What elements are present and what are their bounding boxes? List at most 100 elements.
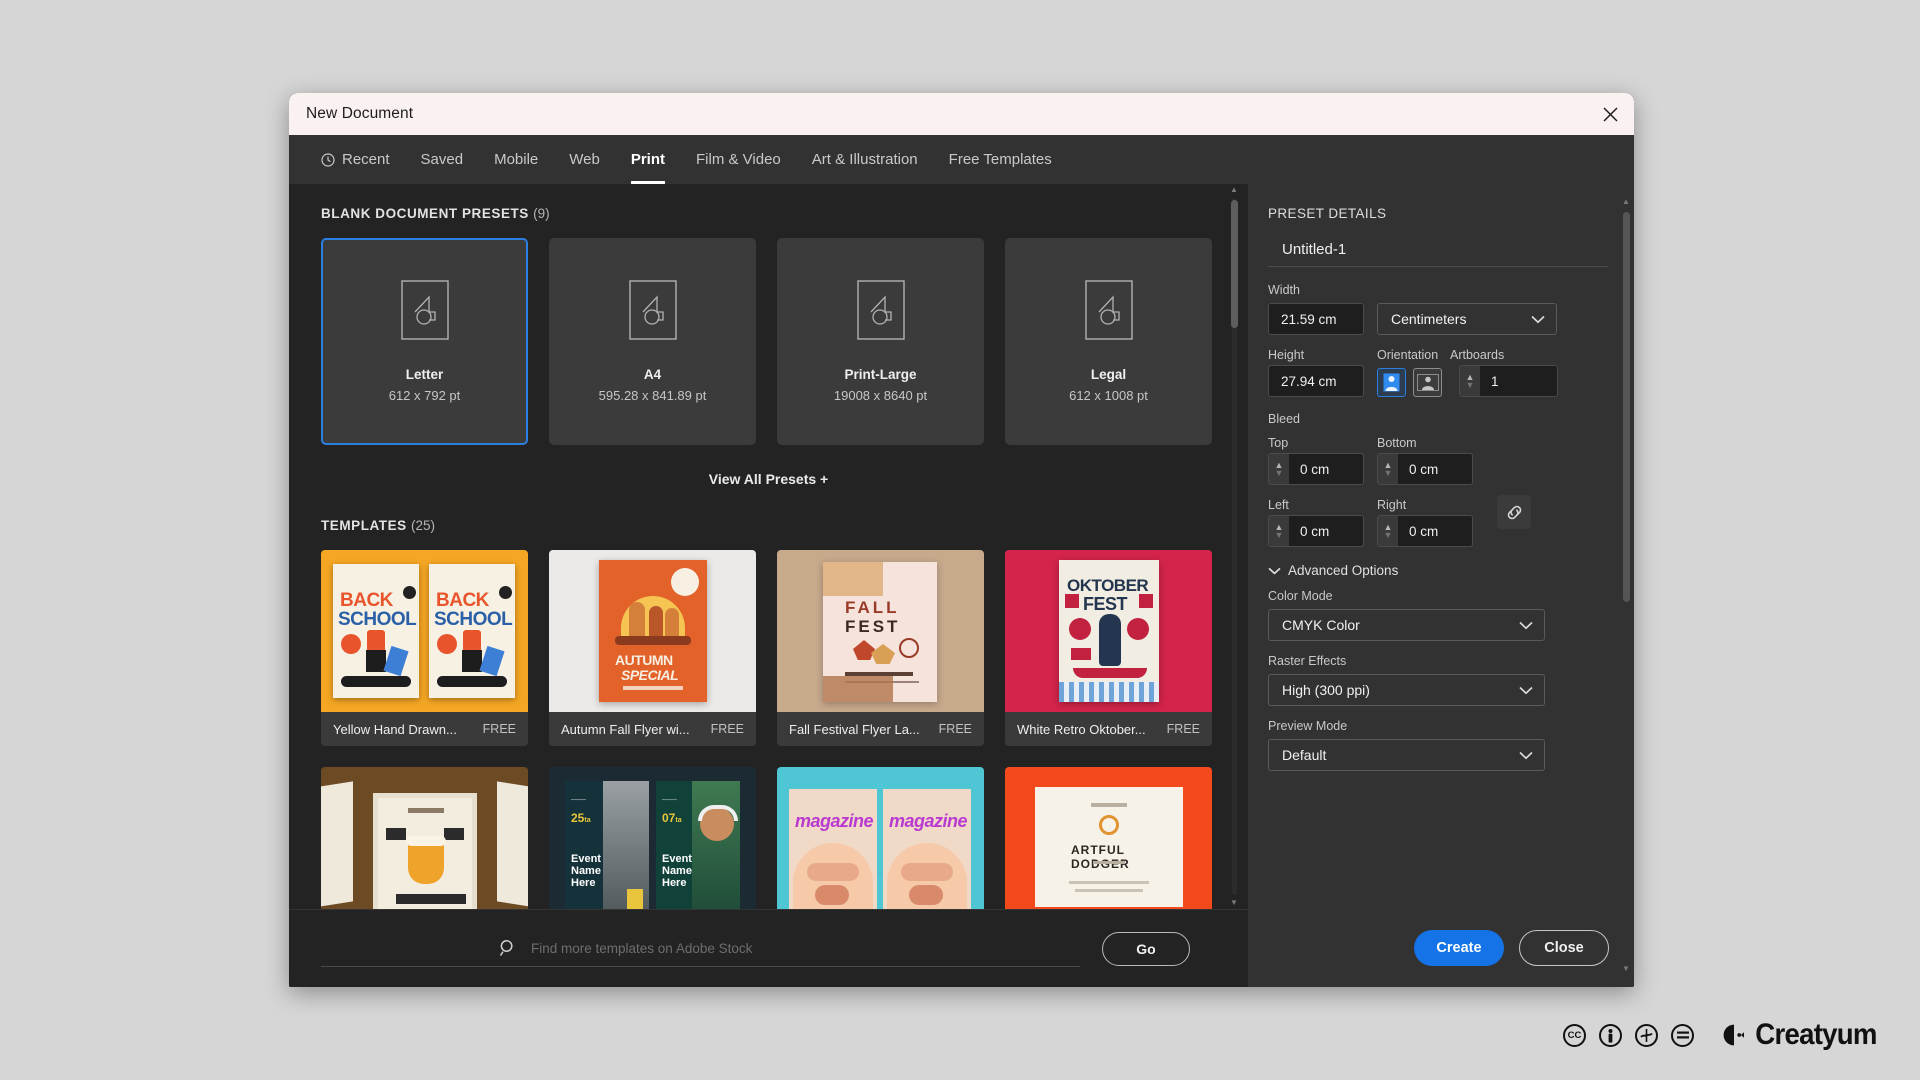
template-card-artful-dodger[interactable]: ARTFUL DODGER [1005, 767, 1212, 909]
scroll-up-icon[interactable]: ▲ [1622, 198, 1630, 206]
preset-card-legal[interactable]: Legal 612 x 1008 pt [1005, 238, 1212, 445]
template-price: FREE [1166, 722, 1200, 736]
template-meta: White Retro Oktober... FREE [1005, 712, 1212, 746]
preset-card-letter[interactable]: Letter 612 x 792 pt [321, 238, 528, 445]
document-name-input[interactable] [1268, 233, 1608, 267]
bleed-bottom-value: 0 cm [1409, 461, 1439, 477]
view-all-presets-link[interactable]: View All Presets + [321, 471, 1216, 487]
stepper-arrows[interactable]: ▲ ▼ [1269, 454, 1289, 484]
preset-card-a4[interactable]: A4 595.28 x 841.89 pt [549, 238, 756, 445]
preset-details-scrollbar[interactable]: ▲ ▼ [1620, 198, 1632, 987]
stepper-arrows[interactable]: ▲ ▼ [1269, 516, 1289, 546]
tab-film-and-video[interactable]: Film & Video [696, 135, 781, 184]
search-input[interactable] [531, 940, 1080, 956]
template-title: Fall Festival Flyer La... [789, 721, 920, 737]
template-card-event-name-here[interactable]: ─── 25ta Event Name Here ─── 07ta Event … [549, 767, 756, 909]
preset-dimensions: 612 x 1008 pt [1069, 388, 1148, 403]
preset-card-print-large[interactable]: Print-Large 19008 x 8640 pt [777, 238, 984, 445]
scrollbar-thumb[interactable] [1231, 200, 1238, 328]
tab-saved[interactable]: Saved [421, 135, 464, 184]
bleed-bottom-stepper[interactable]: ▲ ▼ 0 cm [1377, 453, 1473, 485]
height-label: Height [1268, 348, 1305, 362]
dialog-actions: Create Close [1248, 909, 1634, 987]
stepper-arrows[interactable]: ▲ ▼ [1378, 454, 1398, 484]
preset-name: A4 [643, 367, 662, 382]
chevron-down-icon [1519, 686, 1533, 695]
landscape-orientation-icon[interactable] [1413, 368, 1442, 397]
tab-web[interactable]: Web [569, 135, 600, 184]
dialog-title: New Document [306, 105, 414, 122]
tab-art-and-illustration[interactable]: Art & Illustration [812, 135, 918, 184]
bleed-right-label: Right [1377, 498, 1407, 512]
tab-recent[interactable]: Recent [321, 135, 390, 184]
preview-mode-select[interactable]: Default [1268, 739, 1545, 771]
close-icon[interactable] [1586, 93, 1634, 135]
raster-effects-select[interactable]: High (300 ppi) [1268, 674, 1545, 706]
scrollbar-thumb[interactable] [1623, 212, 1630, 602]
templates-pane: BLANK DOCUMENT PRESETS (9) Letter 612 x … [289, 184, 1248, 987]
scroll-up-icon[interactable]: ▲ [1230, 186, 1238, 194]
search-icon [499, 939, 517, 957]
portrait-orientation-icon[interactable] [1377, 368, 1406, 397]
bleed-label: Bleed [1268, 412, 1300, 426]
stepper-down-icon[interactable]: ▼ [1466, 381, 1475, 390]
category-tabs: Recent Saved Mobile Web Print Film & Vid… [289, 135, 1634, 184]
artboards-stepper[interactable]: ▲ ▼ 1 [1459, 365, 1558, 397]
search-go-button[interactable]: Go [1102, 931, 1190, 966]
advanced-options-toggle[interactable]: Advanced Options [1268, 563, 1608, 578]
heading-text: TEMPLATES [321, 518, 407, 533]
bleed-top-label: Top [1268, 436, 1289, 450]
template-card-back-to-school[interactable]: BACK SCHOOL BACK SCHOOL Yellow Hand Draw… [321, 550, 528, 746]
bleed-right-stepper[interactable]: ▲ ▼ 0 cm [1377, 515, 1473, 547]
preset-details-heading: PRESET DETAILS [1268, 206, 1387, 221]
blank-presets-heading: BLANK DOCUMENT PRESETS (9) [321, 206, 1216, 221]
adobe-stock-search-bar: Go [289, 909, 1248, 987]
preset-dimensions: 612 x 792 pt [388, 388, 461, 403]
stepper-down-icon[interactable]: ▼ [1384, 531, 1393, 540]
preset-details-scroll: PRESET DETAILS Width 21.59 cm Centimeter… [1248, 184, 1634, 987]
height-input[interactable]: 27.94 cm [1268, 365, 1364, 397]
template-card-autumn-fall-flyer[interactable]: AUTUMN SPECIAL Autumn Fall Flyer wi... F… [549, 550, 756, 746]
templates-scrollbar[interactable]: ▲ ▼ [1228, 184, 1240, 909]
scroll-down-icon[interactable]: ▼ [1230, 899, 1238, 907]
template-card-magazine[interactable]: magazine magazine [777, 767, 984, 909]
tab-label: Recent [342, 151, 390, 168]
tab-label: Print [630, 151, 666, 168]
cc-icon: CC [1563, 1023, 1587, 1047]
stepper-down-icon[interactable]: ▼ [1384, 469, 1393, 478]
width-value: 21.59 cm [1281, 311, 1337, 327]
search-field-wrap [321, 931, 1080, 967]
tab-free-templates[interactable]: Free Templates [949, 135, 1052, 184]
stepper-arrows[interactable]: ▲ ▼ [1460, 366, 1480, 396]
color-mode-select[interactable]: CMYK Color [1268, 609, 1545, 641]
close-button[interactable]: Close [1519, 930, 1609, 966]
raster-effects-value: High (300 ppi) [1282, 682, 1370, 698]
bleed-top-stepper[interactable]: ▲ ▼ 0 cm [1268, 453, 1364, 485]
link-chain-icon[interactable] [1497, 495, 1531, 529]
templates-scroll-area: BLANK DOCUMENT PRESETS (9) Letter 612 x … [289, 184, 1248, 909]
preview-mode-value: Default [1282, 747, 1327, 763]
preview-mode-label: Preview Mode [1268, 719, 1348, 733]
create-button[interactable]: Create [1414, 930, 1504, 966]
tab-print[interactable]: Print [630, 135, 666, 184]
stepper-down-icon[interactable]: ▼ [1275, 531, 1284, 540]
bleed-left-stepper[interactable]: ▲ ▼ 0 cm [1268, 515, 1364, 547]
template-title: Autumn Fall Flyer wi... [561, 721, 690, 737]
units-select[interactable]: Centimeters [1377, 303, 1557, 335]
width-input[interactable]: 21.59 cm [1268, 303, 1364, 335]
stepper-arrows[interactable]: ▲ ▼ [1378, 516, 1398, 546]
template-card-fall-festival-flyer[interactable]: FALL FEST Fall Festival Flyer La... FREE [777, 550, 984, 746]
chevron-down-icon [1531, 315, 1545, 324]
template-card-oktoberfest-mockup[interactable] [321, 767, 528, 909]
template-thumbnail: BACK SCHOOL BACK SCHOOL [321, 550, 528, 712]
document-preset-icon [856, 280, 905, 345]
width-label: Width [1268, 283, 1300, 297]
tab-mobile[interactable]: Mobile [494, 135, 538, 184]
preset-details-pane: PRESET DETAILS Width 21.59 cm Centimeter… [1248, 184, 1634, 987]
new-document-dialog: New Document Recent Saved Mobile Web Pri… [289, 93, 1634, 987]
stepper-down-icon[interactable]: ▼ [1275, 469, 1284, 478]
color-mode-value: CMYK Color [1282, 617, 1360, 633]
template-card-white-retro-oktoberfest[interactable]: OKTOBER FEST White Retro Oktober... FREE [1005, 550, 1212, 746]
units-value: Centimeters [1391, 311, 1467, 327]
template-thumbnail: OKTOBER FEST [1005, 550, 1212, 712]
